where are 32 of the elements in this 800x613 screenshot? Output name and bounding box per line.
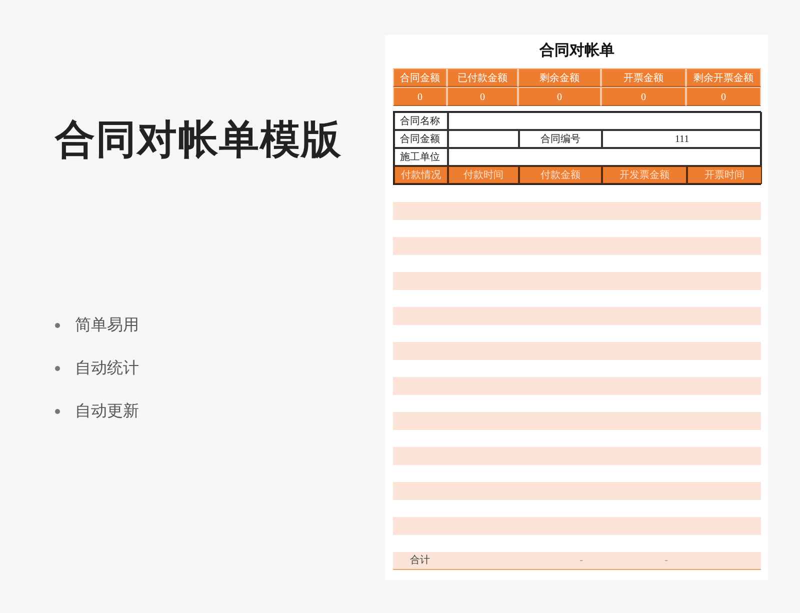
bullet-icon (55, 409, 60, 414)
value-cell: 0 (518, 87, 601, 106)
header-cell: 合同金额 (393, 68, 447, 87)
table-cell (448, 130, 519, 148)
header-cell: 开发票金额 (602, 166, 687, 184)
header-cell: 付款时间 (448, 166, 519, 184)
header-cell: 剩余金额 (518, 68, 601, 87)
page-title: 合同对帐单模版 (55, 116, 343, 165)
sheet-title: 合同对帐单 (538, 40, 616, 61)
label-cell: 施工单位 (394, 148, 448, 166)
bullet-icon (55, 323, 60, 328)
header-cell: 已付款金额 (447, 68, 518, 87)
header-cell: 付款金额 (519, 166, 602, 184)
label-cell: 合同名称 (394, 112, 448, 130)
value-cell: 0 (447, 87, 518, 106)
value-cell: 0 (686, 87, 761, 106)
table-cell: 111 (602, 130, 762, 148)
value-cell: 0 (393, 87, 447, 106)
bullet-icon (55, 366, 60, 371)
header-cell: 开票时间 (687, 166, 762, 184)
label-cell: 合同金额 (394, 130, 448, 148)
value-cell: 0 (601, 87, 686, 106)
total-value: - (580, 554, 584, 568)
total-label: 合计 (410, 554, 430, 568)
total-value: - (664, 554, 669, 568)
header-cell: 付款情况 (394, 166, 448, 184)
feature-text: 简单易用 (75, 315, 139, 336)
feature-text: 自动更新 (75, 401, 139, 422)
header-cell: 剩余开票金额 (686, 68, 761, 87)
feature-text: 自动统计 (75, 358, 139, 379)
label-cell: 合同编号 (519, 130, 602, 148)
header-cell: 开票金额 (601, 68, 686, 87)
